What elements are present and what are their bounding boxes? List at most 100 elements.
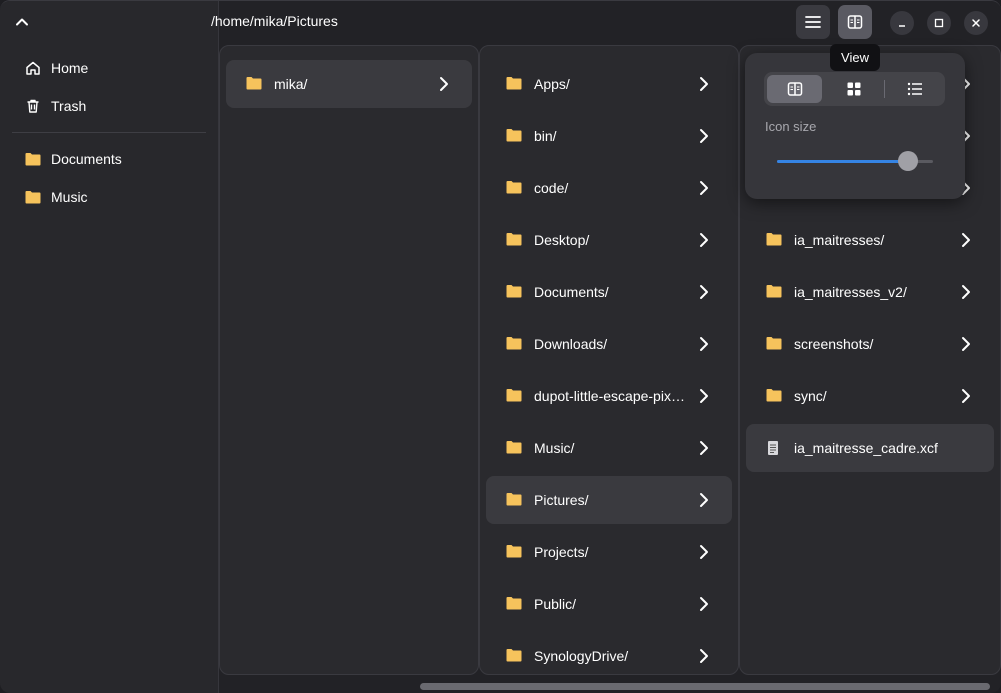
- folder-icon: [506, 492, 522, 508]
- close-icon: [972, 19, 980, 27]
- sidebar-item-label: Music: [51, 189, 88, 205]
- folder-icon: [506, 232, 522, 248]
- sidebar: Home Trash Documents Music: [0, 1, 219, 693]
- chevron-right-icon[interactable]: [696, 439, 712, 457]
- grid-view-icon: [847, 82, 860, 96]
- item-name: sync/: [794, 388, 827, 404]
- folder-icon: [506, 596, 522, 612]
- sidebar-places: Home Trash: [0, 43, 218, 125]
- folder-row[interactable]: Projects/: [486, 528, 732, 576]
- chevron-right-icon[interactable]: [696, 387, 712, 405]
- folder-row[interactable]: Music/: [486, 424, 732, 472]
- folder-row[interactable]: dupot-little-escape-pix…: [486, 372, 732, 420]
- chevron-right-icon[interactable]: [958, 283, 974, 301]
- item-name: mika/: [274, 76, 308, 92]
- file-row[interactable]: ia_maitresse_cadre.xcf: [746, 424, 994, 472]
- folder-icon: [506, 648, 522, 664]
- chevron-right-icon[interactable]: [696, 647, 712, 665]
- folder-icon: [506, 440, 522, 456]
- view-mode-switcher: [764, 72, 945, 106]
- chevron-right-icon[interactable]: [696, 75, 712, 93]
- item-name: code/: [534, 180, 569, 196]
- chevron-right-icon[interactable]: [696, 283, 712, 301]
- sidebar-divider: [12, 132, 206, 133]
- folder-icon: [506, 544, 522, 560]
- folder-icon: [24, 188, 42, 206]
- folder-row[interactable]: mika/: [226, 60, 472, 108]
- folder-icon: [766, 284, 782, 300]
- folder-row[interactable]: bin/: [486, 112, 732, 160]
- sidebar-item-home[interactable]: Home: [0, 49, 218, 87]
- sidebar-header: [0, 1, 218, 43]
- item-name: SynologyDrive/: [534, 648, 629, 664]
- folder-icon: [506, 128, 522, 144]
- collapse-sidebar-button[interactable]: [10, 10, 34, 34]
- file-icon: [766, 440, 782, 456]
- sidebar-item-music[interactable]: Music: [0, 178, 218, 216]
- close-button[interactable]: [964, 11, 988, 35]
- item-name: screenshots/: [794, 336, 874, 352]
- sidebar-item-trash[interactable]: Trash: [0, 87, 218, 125]
- view-tooltip: View: [830, 44, 880, 71]
- item-name: Desktop/: [534, 232, 590, 248]
- columns-view-icon: [847, 15, 863, 29]
- sidebar-item-documents[interactable]: Documents: [0, 140, 218, 178]
- column-1[interactable]: mika/: [219, 45, 479, 675]
- chevron-up-icon: [16, 18, 28, 26]
- folder-icon: [246, 76, 262, 92]
- folder-row[interactable]: Pictures/: [486, 476, 732, 524]
- folder-row[interactable]: code/: [486, 164, 732, 212]
- chevron-right-icon[interactable]: [696, 335, 712, 353]
- columns-view-icon: [787, 82, 802, 96]
- chevron-right-icon[interactable]: [436, 75, 452, 93]
- sidebar-item-label: Trash: [51, 98, 87, 114]
- chevron-right-icon[interactable]: [958, 335, 974, 353]
- folder-row[interactable]: Public/: [486, 580, 732, 628]
- folder-row[interactable]: Desktop/: [486, 216, 732, 264]
- columns-view-button[interactable]: [767, 75, 822, 103]
- folder-row[interactable]: SynologyDrive/: [486, 632, 732, 674]
- item-name: Documents/: [534, 284, 609, 300]
- chevron-right-icon[interactable]: [696, 179, 712, 197]
- item-name: bin/: [534, 128, 557, 144]
- chevron-right-icon[interactable]: [696, 127, 712, 145]
- folder-icon: [24, 150, 42, 168]
- item-name: Pictures/: [534, 492, 589, 508]
- icon-size-slider-fill: [777, 160, 909, 163]
- folder-icon: [506, 336, 522, 352]
- item-name: ia_maitresse_cadre.xcf: [794, 440, 938, 456]
- trash-icon: [24, 97, 42, 115]
- folder-icon: [506, 388, 522, 404]
- chevron-right-icon[interactable]: [958, 387, 974, 405]
- list-view-button[interactable]: [887, 75, 942, 103]
- folder-row[interactable]: screenshots/: [746, 320, 994, 368]
- chevron-right-icon[interactable]: [958, 231, 974, 249]
- minimize-button[interactable]: [890, 11, 914, 35]
- folder-row[interactable]: Downloads/: [486, 320, 732, 368]
- view-options-button[interactable]: [838, 5, 872, 39]
- icon-size-slider-thumb[interactable]: [898, 151, 919, 171]
- chevron-right-icon[interactable]: [696, 543, 712, 561]
- horizontal-scrollbar[interactable]: [420, 683, 990, 690]
- folder-row[interactable]: Documents/: [486, 268, 732, 316]
- grid-view-button[interactable]: [826, 75, 881, 103]
- folder-row[interactable]: ia_maitresses/: [746, 216, 994, 264]
- item-name: Downloads/: [534, 336, 608, 352]
- folder-row[interactable]: Apps/: [486, 60, 732, 108]
- home-icon: [24, 59, 42, 77]
- chevron-right-icon[interactable]: [696, 595, 712, 613]
- item-name: Public/: [534, 596, 577, 612]
- sidebar-item-label: Home: [51, 60, 89, 76]
- location-path[interactable]: /home/mika/Pictures: [211, 13, 338, 29]
- column-2[interactable]: Apps/bin/code/Desktop/Documents/Download…: [479, 45, 739, 675]
- folder-row[interactable]: ia_maitresses_v2/: [746, 268, 994, 316]
- folder-icon: [766, 232, 782, 248]
- segment-divider: [884, 80, 885, 98]
- chevron-right-icon[interactable]: [696, 491, 712, 509]
- chevron-right-icon[interactable]: [696, 231, 712, 249]
- main-menu-button[interactable]: [796, 5, 830, 39]
- list-view-icon: [907, 82, 922, 96]
- folder-icon: [506, 76, 522, 92]
- folder-row[interactable]: sync/: [746, 372, 994, 420]
- maximize-button[interactable]: [927, 11, 951, 35]
